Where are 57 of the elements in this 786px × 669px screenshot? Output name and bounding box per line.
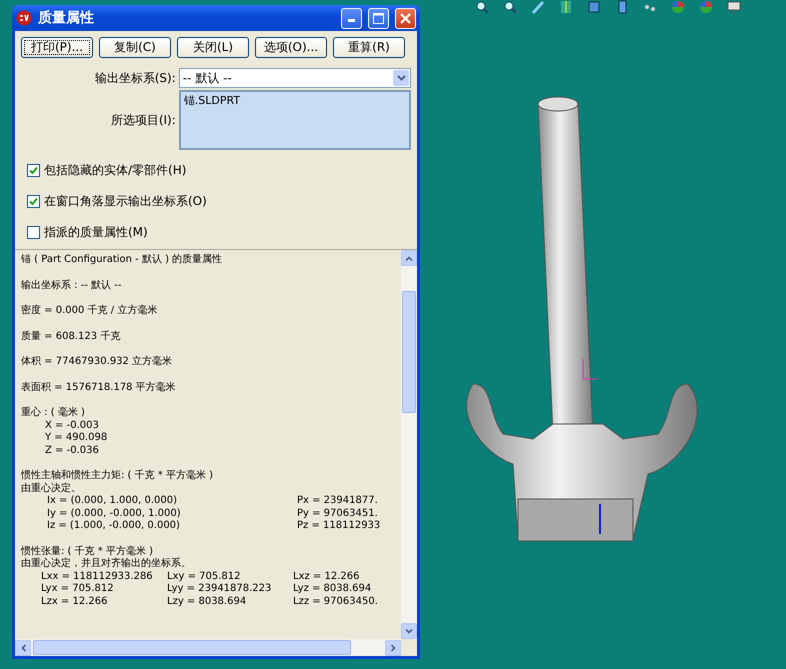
report-line: Y = 490.098 (44, 432, 108, 444)
report-line: 惯性主轴和惯性主力矩: ( 千克 * 平方毫米 ) (21, 470, 214, 482)
report-line: 锚 ( Part Configuration - 默认 ) 的质量属性 (21, 254, 224, 266)
selection-list-box[interactable]: 锚.SLDPRT (178, 90, 411, 150)
scroll-up-icon (405, 256, 413, 260)
scroll-left-icon (20, 644, 26, 652)
scroll-right-icon (390, 644, 396, 652)
report-line: 质量 = 608.123 千克 (21, 330, 122, 343)
report-value: Ix = (0.000, 1.000, 0.000) (47, 495, 178, 508)
report-value: Lzz = 97063450. (293, 596, 379, 608)
list-item[interactable]: 锚.SLDPRT (184, 93, 406, 108)
vertical-scrollbar[interactable] (401, 250, 417, 639)
dialog-button[interactable]: 关闭(L) (177, 37, 249, 58)
close-button[interactable] (395, 8, 416, 28)
report-line: X = -0.003 (44, 420, 100, 432)
report-line: 由重心决定。 (21, 482, 82, 495)
check-icon (29, 197, 38, 206)
report-value: Lxz = 12.266 (293, 570, 360, 583)
report-value: Lyx = 705.812 (41, 583, 115, 596)
dialog-button[interactable]: 打印(P)... (21, 37, 93, 58)
close-icon (400, 12, 411, 24)
dialog-button[interactable]: 重算(R) (333, 37, 405, 58)
maximize-icon (373, 12, 384, 24)
report-value: Lzx = 12.266 (41, 596, 108, 608)
option-checkbox[interactable]: 包括隐藏的实体/零部件(H) (27, 162, 411, 179)
dialog-button[interactable]: 复制(C) (99, 37, 171, 58)
report-line: 输出坐标系 : -- 默认 -- (21, 280, 123, 292)
report-value: Lzy = 8038.694 (167, 596, 248, 608)
dialog-button[interactable]: 选项(O)... (255, 37, 327, 58)
report-line: 由重心决定，并且对齐输出的坐标系。 (21, 558, 192, 570)
report-value: Iz = (1.000, -0.000, 0.000) (47, 520, 181, 532)
field-label: 所选项目(I): (110, 112, 177, 128)
window-title: 质量属性 (38, 9, 95, 27)
report-value: Lxy = 705.812 (167, 570, 242, 583)
check-icon (29, 166, 38, 175)
option-checkbox[interactable]: 指派的质量属性(M) (27, 224, 411, 241)
report-value: Pz = 118112933 (297, 520, 382, 532)
report-line: 密度 = 0.000 千克 / 立方毫米 (21, 305, 158, 318)
app-logo-icon (16, 10, 32, 26)
horizontal-scrollbar[interactable] (15, 639, 401, 656)
coordinate-system-dropdown[interactable]: -- 默认 -- (178, 68, 411, 88)
report-line: 重心 : ( 毫米 ) (21, 407, 86, 420)
report-value: Lyy = 23941878.223 (167, 583, 272, 596)
report-value: Lyz = 8038.694 (293, 583, 372, 596)
report-value: Py = 97063451. (297, 508, 379, 520)
minimize-button[interactable] (341, 8, 362, 28)
scroll-down-icon (405, 628, 413, 634)
option-checkbox[interactable]: 在窗口角落显示输出坐标系(O) (27, 193, 411, 210)
report-line: Z = -0.036 (44, 444, 100, 457)
report-line: 体积 = 77467930.932 立方毫米 (21, 356, 174, 368)
report-value: Lxx = 118112933.286 (41, 570, 154, 583)
report-value: Iy = (0.000, -0.000, 1.000) (47, 508, 182, 520)
maximize-button[interactable] (368, 8, 389, 28)
report-line: 惯性张量: ( 千克 * 平方毫米 ) (21, 546, 154, 558)
field-label: 输出坐标系(S): (94, 70, 177, 86)
report-value: Px = 23941877. (297, 495, 379, 508)
report-line: 表面积 = 1576718.178 平方毫米 (21, 382, 177, 394)
